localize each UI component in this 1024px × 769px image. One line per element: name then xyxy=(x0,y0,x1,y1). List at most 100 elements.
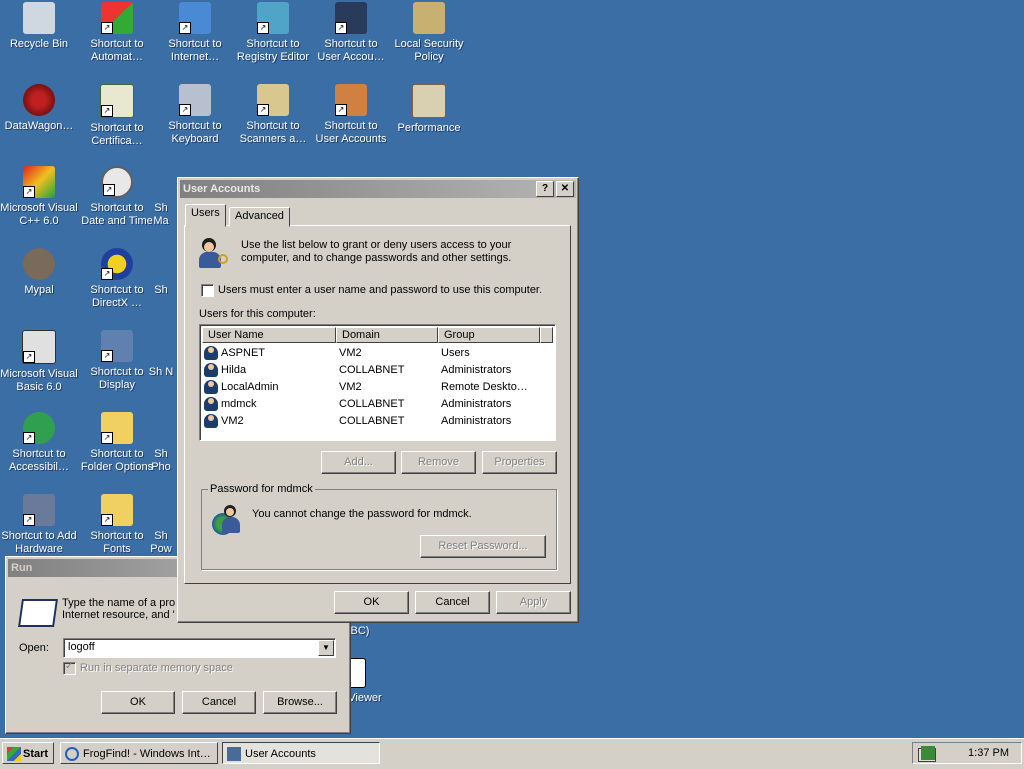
desktop-icon-partial-4[interactable]: Sh Pho xyxy=(146,412,176,474)
run-ok-button[interactable]: OK xyxy=(101,691,175,714)
users-list-label: Users for this computer: xyxy=(199,308,316,320)
desktop-icon-partial-1[interactable]: Sh Ma xyxy=(146,166,176,228)
desktop-icon-fonts[interactable]: ↗ Shortcut to Fonts xyxy=(78,494,156,556)
help-button[interactable]: ? xyxy=(536,181,554,197)
apply-button[interactable]: Apply xyxy=(496,591,571,614)
column-header-group[interactable]: Group xyxy=(438,327,540,343)
desktop-icon-label: Sh xyxy=(154,284,168,296)
users-list-group: User Name Domain Group ASPNET VM2 Users … xyxy=(199,324,556,441)
add-user-button[interactable]: Add... xyxy=(321,451,396,474)
desktop-icon-add-hardware[interactable]: ↗ Shortcut to Add Hardware xyxy=(0,494,78,556)
require-password-checkbox[interactable] xyxy=(201,284,214,297)
display-icon: ↗ xyxy=(101,330,133,362)
desktop-icon-registry-editor[interactable]: ↗ Shortcut to Registry Editor xyxy=(234,2,312,64)
desktop-icon-label: Shortcut to Display xyxy=(90,366,144,391)
user-accounts-title: User Accounts xyxy=(183,183,261,195)
user-accounts-icon xyxy=(227,747,241,761)
require-password-label: Users must enter a user name and passwor… xyxy=(218,284,543,296)
run-cancel-button[interactable]: Cancel xyxy=(182,691,256,714)
desktop-icon-mypal[interactable]: Mypal xyxy=(0,248,78,297)
desktop-icon-label: Sh Pho xyxy=(151,448,171,473)
table-row[interactable]: Hilda COLLABNET Administrators xyxy=(204,362,554,379)
desktop-icon-visual-basic[interactable]: ↗ Microsoft Visual Basic 6.0 xyxy=(0,330,78,394)
user-name-cell: LocalAdmin xyxy=(221,381,279,393)
desktop-icon-performance[interactable]: Performance xyxy=(390,84,468,135)
desktop-icon-automatic-updates[interactable]: ↗ Shortcut to Automat… xyxy=(78,2,156,64)
remove-user-button[interactable]: Remove xyxy=(401,451,476,474)
table-row[interactable]: VM2 COLLABNET Administrators xyxy=(204,413,554,430)
separate-memory-checkbox[interactable]: ✓ xyxy=(63,661,76,675)
desktop-icon-accessibility[interactable]: ↗ Shortcut to Accessibil… xyxy=(0,412,78,474)
desktop-icon-user-accounts-2[interactable]: ↗ Shortcut to User Accounts xyxy=(312,84,390,146)
open-input[interactable]: logoff xyxy=(68,641,95,653)
desktop-icon-certificates[interactable]: ↗ Shortcut to Certifica… xyxy=(78,84,156,148)
tab-advanced[interactable]: Advanced xyxy=(229,207,290,227)
desktop-icon-folder-options[interactable]: ↗ Shortcut to Folder Options xyxy=(78,412,156,474)
desktop-icon-visual-cpp[interactable]: ↗ Microsoft Visual C++ 6.0 xyxy=(0,166,78,228)
start-button[interactable]: Start xyxy=(2,742,54,764)
desktop-icon-label: Sh N xyxy=(148,366,174,378)
close-icon: ✕ xyxy=(560,183,570,194)
properties-button[interactable]: Properties xyxy=(482,451,557,474)
table-row[interactable]: mdmck COLLABNET Administrators xyxy=(204,396,554,413)
user-icon xyxy=(204,346,218,360)
desktop-icon-recycle-bin[interactable]: Recycle Bin xyxy=(0,2,78,51)
table-row[interactable]: LocalAdmin VM2 Remote Deskto… xyxy=(204,379,554,396)
column-header-domain[interactable]: Domain xyxy=(336,327,438,343)
desktop-icon-datawagon[interactable]: DataWagon… xyxy=(0,84,78,133)
desktop-icon-label: Local Security Policy xyxy=(394,38,464,63)
desktop-icon-scanners[interactable]: ↗ Shortcut to Scanners a… xyxy=(234,84,312,146)
user-accounts-dialog: User Accounts ? ✕ Users Advanced Use the… xyxy=(177,177,579,623)
domain-cell: VM2 xyxy=(339,347,362,359)
column-header-user-name[interactable]: User Name xyxy=(202,327,336,343)
desktop-icon-partial-3[interactable]: Sh N xyxy=(146,330,176,379)
desktop-icon-date-time[interactable]: ↗ Shortcut to Date and Time xyxy=(78,166,156,228)
desktop-icon-label: Shortcut to Internet… xyxy=(168,38,222,63)
folder-options-icon: ↗ xyxy=(101,412,133,444)
help-icon: ? xyxy=(541,183,549,194)
group-cell: Administrators xyxy=(441,415,512,427)
user-accounts-icon: ↗ xyxy=(335,84,367,116)
network-tray-icon[interactable] xyxy=(921,746,935,760)
tab-users[interactable]: Users xyxy=(185,204,226,227)
desktop-icon-user-accounts-1[interactable]: ↗ Shortcut to User Accou… xyxy=(312,2,390,64)
windows-flag-icon: ↗ xyxy=(101,2,133,34)
user-icon xyxy=(204,363,218,377)
user-accounts-titlebar[interactable]: User Accounts ? ✕ xyxy=(180,180,576,198)
password-message: You cannot change the password for mdmck… xyxy=(252,508,472,520)
user-password-icon xyxy=(212,505,242,537)
desktop-icon-partial-5[interactable]: Sh Pow xyxy=(146,494,176,556)
taskbar-item-user-accounts[interactable]: User Accounts xyxy=(222,742,380,764)
clock[interactable]: 1:37 PM xyxy=(968,747,1009,759)
checkmark-icon: ✓ xyxy=(65,661,74,672)
desktop-icon-internet-options[interactable]: ↗ Shortcut to Internet… xyxy=(156,2,234,64)
desktop-icon-directx[interactable]: ↗ Shortcut to DirectX … xyxy=(78,248,156,310)
desktop-icon-keyboard[interactable]: ↗ Shortcut to Keyboard xyxy=(156,84,234,146)
table-row[interactable]: ASPNET VM2 Users xyxy=(204,345,554,362)
run-browse-button[interactable]: Browse... xyxy=(263,691,337,714)
desktop-icon-label: Shortcut to Add Hardware xyxy=(1,530,77,555)
password-group-title: Password for mdmck xyxy=(208,483,315,495)
password-group: Password for mdmck You cannot change the… xyxy=(201,483,557,570)
desktop-icon-label: Microsoft Visual C++ 6.0 xyxy=(0,202,78,227)
desktop-icon-partial-2[interactable]: Sh xyxy=(146,248,176,297)
desktop-icon-label: DataWagon… xyxy=(4,120,74,132)
desktop-icon-label: Shortcut to User Accou… xyxy=(317,38,385,63)
add-hardware-icon: ↗ xyxy=(23,494,55,526)
group-cell: Administrators xyxy=(441,398,512,410)
desktop-icon-display[interactable]: ↗ Shortcut to Display xyxy=(78,330,156,392)
open-combobox[interactable]: logoff ▼ xyxy=(63,638,336,658)
taskbar-item-frogfind[interactable]: FrogFind! - Windows Int… xyxy=(60,742,218,764)
desktop-icon-label: Shortcut to Registry Editor xyxy=(236,38,310,63)
desktop-icon-label: Shortcut to Automat… xyxy=(90,38,144,63)
users-listview[interactable]: User Name Domain Group ASPNET VM2 Users … xyxy=(199,324,556,441)
user-name-cell: ASPNET xyxy=(221,347,266,359)
close-button[interactable]: ✕ xyxy=(556,181,574,197)
separate-memory-label: Run in separate memory space xyxy=(80,662,233,674)
reset-password-button[interactable]: Reset Password... xyxy=(420,535,546,558)
ok-button[interactable]: OK xyxy=(334,591,409,614)
cancel-button[interactable]: Cancel xyxy=(415,591,490,614)
chevron-down-icon[interactable]: ▼ xyxy=(318,640,334,656)
desktop-icon-local-security-policy[interactable]: Local Security Policy xyxy=(390,2,468,64)
run-title: Run xyxy=(11,562,33,574)
